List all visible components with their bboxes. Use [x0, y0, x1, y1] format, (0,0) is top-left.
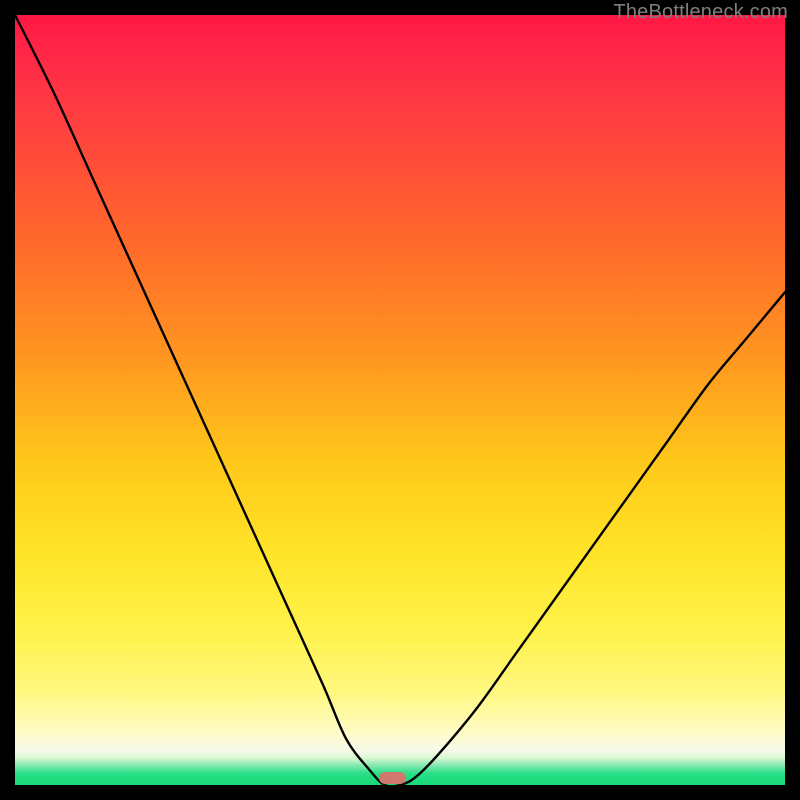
plot-area	[15, 15, 785, 785]
chart-frame: TheBottleneck.com	[0, 0, 800, 800]
watermark-text: TheBottleneck.com	[613, 1, 788, 24]
optimal-marker	[379, 772, 406, 784]
bottleneck-curve	[15, 15, 785, 785]
